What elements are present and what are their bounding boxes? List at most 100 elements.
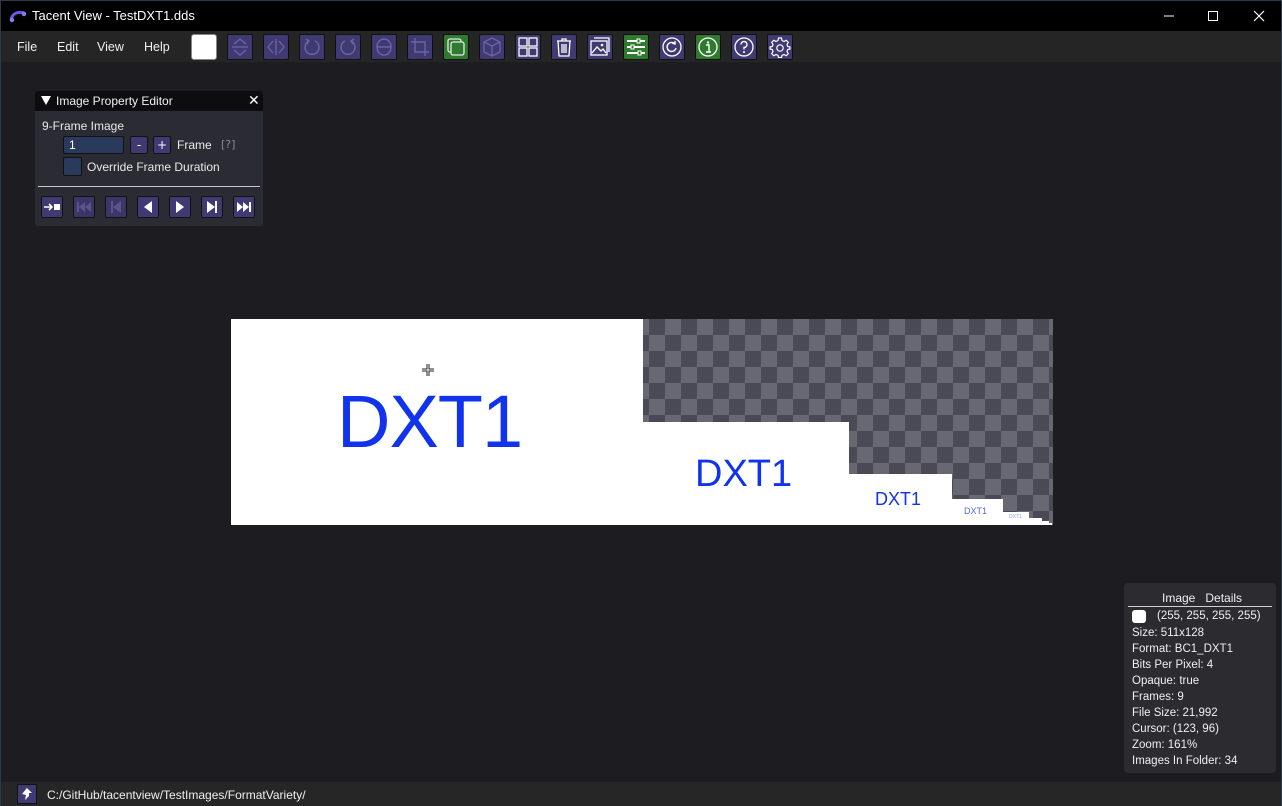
play-forward-button[interactable] bbox=[169, 196, 191, 218]
frame-label: Frame bbox=[177, 138, 212, 152]
frame-count-label: 9-Frame Image bbox=[42, 119, 125, 133]
close-button[interactable] bbox=[1236, 1, 1282, 31]
help-icon bbox=[734, 37, 754, 57]
loop-toggle-button[interactable] bbox=[41, 196, 63, 218]
title-bar: Tacent View - TestDXT1.dds bbox=[1, 1, 1281, 31]
first-frame-icon bbox=[111, 201, 121, 213]
flip-horizontal-button[interactable] bbox=[263, 34, 289, 60]
window-title: Tacent View - TestDXT1.dds bbox=[32, 8, 195, 23]
loop-arrow-icon bbox=[44, 203, 60, 211]
play-forward-icon bbox=[176, 201, 184, 213]
minimize-icon bbox=[1164, 15, 1174, 17]
detail-opaque: Opaque: true bbox=[1132, 675, 1200, 687]
override-frame-duration-label: Override Frame Duration bbox=[87, 160, 220, 174]
up-arrow-icon bbox=[22, 788, 32, 800]
skip-to-first-button[interactable] bbox=[73, 196, 95, 218]
mip-level-7 bbox=[1049, 523, 1052, 525]
skip-to-last-button[interactable] bbox=[233, 196, 255, 218]
override-frame-duration-checkbox[interactable] bbox=[63, 157, 82, 176]
info-icon bbox=[698, 37, 718, 57]
details-separator bbox=[1128, 606, 1272, 607]
detail-bits-per-pixel: Bits Per Pixel: 4 bbox=[1132, 659, 1214, 671]
thumbnail-view-icon bbox=[590, 37, 610, 56]
crop-button[interactable] bbox=[407, 34, 433, 60]
details-header: Image Details bbox=[1162, 591, 1242, 605]
maximize-icon bbox=[1208, 11, 1218, 21]
panel-separator bbox=[38, 186, 260, 187]
help-button[interactable] bbox=[731, 34, 757, 60]
mip-level-6 bbox=[1042, 521, 1049, 525]
mip-level-1: DXT1 bbox=[643, 422, 849, 525]
cubemap-icon bbox=[483, 37, 501, 57]
image-canvas[interactable]: DXT1 DXT1 DXT1 DXT1 DXT1 bbox=[231, 319, 1053, 525]
frame-number-input[interactable]: 1 bbox=[63, 136, 124, 154]
pixel-color-swatch[interactable] bbox=[1132, 610, 1146, 623]
frame-decrement-button[interactable]: - bbox=[130, 136, 148, 154]
settings-button[interactable] bbox=[767, 34, 793, 60]
multi-frame-button[interactable] bbox=[443, 34, 469, 60]
menu-file[interactable]: File bbox=[17, 40, 37, 54]
property-editor-button[interactable] bbox=[623, 34, 649, 60]
refresh-icon bbox=[662, 37, 682, 57]
flip-vertical-button[interactable] bbox=[227, 34, 253, 60]
detail-size: Size: 511x128 bbox=[1132, 627, 1205, 639]
detail-cursor: Cursor: (123, 96) bbox=[1132, 723, 1219, 735]
maximize-button[interactable] bbox=[1190, 1, 1236, 31]
flip-horizontal-icon bbox=[267, 39, 285, 55]
details-header-right: Details bbox=[1205, 591, 1243, 605]
background-color-button[interactable] bbox=[191, 34, 217, 60]
mip-level-0: DXT1 bbox=[231, 319, 643, 525]
next-frame-button[interactable] bbox=[201, 196, 223, 218]
app-window: Tacent View - TestDXT1.dds File Edit Vie… bbox=[0, 0, 1282, 806]
skip-last-icon bbox=[237, 202, 251, 212]
menu-view[interactable]: View bbox=[97, 40, 124, 54]
multi-frame-icon bbox=[447, 38, 465, 56]
rotate-theta-icon bbox=[376, 38, 392, 56]
delete-button[interactable] bbox=[551, 34, 577, 60]
rotate-ccw-icon bbox=[304, 38, 320, 56]
thumbnail-view-button[interactable] bbox=[587, 34, 613, 60]
play-backward-button[interactable] bbox=[137, 196, 159, 218]
menu-edit[interactable]: Edit bbox=[57, 40, 79, 54]
mip-level-2: DXT1 bbox=[849, 474, 952, 525]
parent-folder-button[interactable] bbox=[17, 784, 37, 804]
mip-3-text: DXT1 bbox=[964, 506, 988, 516]
sliders-icon bbox=[627, 38, 645, 56]
flip-vertical-icon bbox=[232, 38, 248, 56]
mip-1-text: DXT1 bbox=[695, 453, 793, 495]
detail-format: Format: BC1_DXT1 bbox=[1132, 643, 1233, 655]
mip-2-text: DXT1 bbox=[875, 489, 922, 509]
mip-level-3: DXT1 bbox=[952, 499, 1003, 525]
panel-header[interactable]: Image Property Editor ✕ bbox=[35, 91, 263, 111]
info-button[interactable] bbox=[695, 34, 721, 60]
frame-increment-button[interactable]: + bbox=[153, 136, 171, 154]
detail-file-size: File Size: 21,992 bbox=[1132, 707, 1218, 719]
next-frame-icon bbox=[207, 201, 217, 213]
rotate-ccw-button[interactable] bbox=[299, 34, 325, 60]
app-logo-icon bbox=[9, 10, 27, 23]
rotate-cw-icon bbox=[340, 38, 356, 56]
cubemap-button[interactable] bbox=[479, 34, 505, 60]
menu-help[interactable]: Help bbox=[144, 40, 170, 54]
contact-sheet-button[interactable] bbox=[515, 34, 541, 60]
delete-icon bbox=[557, 38, 571, 57]
mip-0-text: DXT1 bbox=[337, 380, 523, 463]
refresh-button[interactable] bbox=[659, 34, 685, 60]
contact-sheet-icon bbox=[518, 37, 538, 57]
frame-help-marker[interactable]: [?] bbox=[221, 138, 235, 151]
collapse-triangle-icon[interactable] bbox=[41, 96, 51, 105]
panel-close-icon[interactable]: ✕ bbox=[248, 93, 260, 109]
first-frame-button[interactable] bbox=[105, 196, 127, 218]
mip-level-5 bbox=[1029, 518, 1042, 525]
detail-frames: Frames: 9 bbox=[1132, 691, 1184, 703]
pixel-color-value: (255, 255, 255, 255) bbox=[1157, 610, 1261, 622]
rotate-cw-button[interactable] bbox=[335, 34, 361, 60]
skip-first-icon bbox=[77, 202, 91, 212]
settings-icon bbox=[769, 37, 791, 58]
mip-4-text: DXT1 bbox=[1009, 514, 1022, 520]
minimize-button[interactable] bbox=[1146, 1, 1192, 31]
mip-level-4: DXT1 bbox=[1003, 512, 1029, 525]
play-backward-icon bbox=[144, 201, 152, 213]
detail-images-in-folder: Images In Folder: 34 bbox=[1132, 755, 1238, 767]
rotate-theta-button[interactable] bbox=[371, 34, 397, 60]
